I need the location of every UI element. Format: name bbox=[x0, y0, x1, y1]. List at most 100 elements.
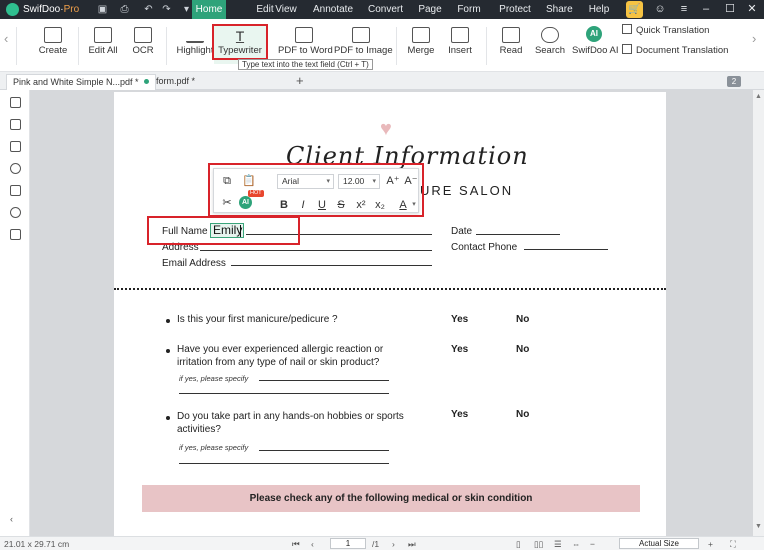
pdf-to-image-label: PDF to Image bbox=[334, 45, 393, 56]
date-line bbox=[476, 234, 560, 235]
ribbon-separator bbox=[78, 27, 79, 65]
swifdoo-ai-button[interactable]: AI SwifDoo AI bbox=[572, 19, 619, 72]
collapse-icon[interactable]: ‹ bbox=[10, 514, 21, 525]
document-translation-button[interactable]: Document Translation bbox=[622, 44, 728, 58]
attachment-icon[interactable] bbox=[10, 163, 21, 174]
undo-icon[interactable]: ↶ bbox=[142, 3, 155, 16]
insert-icon bbox=[451, 27, 469, 43]
menu-annotate[interactable]: Annotate bbox=[312, 0, 354, 19]
comment-icon[interactable] bbox=[10, 141, 21, 152]
menu-share[interactable]: Share bbox=[546, 0, 573, 19]
search-button[interactable]: Search bbox=[534, 19, 566, 72]
cart-icon[interactable]: 🛒 bbox=[626, 1, 643, 18]
yes-label: Yes bbox=[451, 344, 469, 355]
last-page-icon[interactable]: ⏭ bbox=[408, 538, 416, 550]
single-page-view-icon[interactable]: ▯ bbox=[516, 538, 521, 550]
fullscreen-icon[interactable]: ⛶ bbox=[730, 538, 736, 550]
address-line bbox=[200, 250, 432, 251]
contact-phone-line bbox=[524, 249, 608, 250]
edit-all-button[interactable]: Edit All bbox=[86, 19, 120, 72]
pdf-to-word-icon bbox=[295, 27, 313, 43]
merge-icon bbox=[412, 27, 430, 43]
double-page-view-icon[interactable]: ▯▯ bbox=[534, 538, 543, 550]
ocr-label: OCR bbox=[132, 45, 154, 56]
title-bar: SwifDoo·Pro ▣ ⎙ ↶ ↷ ▾ Home Edit View Ann… bbox=[0, 0, 764, 19]
menu-convert[interactable]: Convert bbox=[368, 0, 403, 19]
ocr-button[interactable]: OCR bbox=[128, 19, 158, 72]
bullet bbox=[166, 349, 170, 353]
ribbon-scroll-left-icon[interactable]: ‹ bbox=[4, 31, 8, 46]
question-first-manicure: Is this your first manicure/pedicure ? bbox=[177, 314, 338, 325]
maximize-icon[interactable]: ☐ bbox=[718, 0, 742, 19]
page-number-input[interactable]: 1 bbox=[330, 538, 366, 549]
merge-button[interactable]: Merge bbox=[404, 19, 438, 72]
date-label: Date bbox=[451, 226, 473, 237]
tab-label: Pink and White Simple N...pdf * bbox=[13, 77, 139, 87]
previous-page-icon[interactable]: ‹ bbox=[311, 538, 314, 550]
menu-view[interactable]: View bbox=[274, 0, 298, 19]
fit-width-icon[interactable]: ⇔ bbox=[572, 538, 581, 550]
user-icon[interactable]: ☺ bbox=[648, 0, 672, 19]
menu-protect[interactable]: Protect bbox=[498, 0, 532, 19]
vertical-scrollbar[interactable]: ▲ ▼ bbox=[753, 90, 764, 536]
swifdoo-ai-label: SwifDoo AI bbox=[572, 45, 619, 56]
ribbon-scroll-right-icon[interactable]: › bbox=[752, 31, 756, 46]
no-label: No bbox=[516, 409, 530, 420]
save-icon[interactable]: ▣ bbox=[96, 3, 109, 16]
read-button[interactable]: Read bbox=[496, 19, 526, 72]
zoom-out-icon[interactable]: − bbox=[590, 538, 595, 550]
document-tab-bar: Pink and White Simple N...pdf * form.pdf… bbox=[0, 72, 764, 90]
redo-icon[interactable]: ↷ bbox=[160, 3, 173, 16]
insert-button[interactable]: Insert bbox=[444, 19, 476, 72]
first-page-icon[interactable]: ⏮ bbox=[292, 538, 300, 550]
tab-pink-and-white[interactable]: Pink and White Simple N...pdf * bbox=[6, 74, 156, 90]
menu-page[interactable]: Page bbox=[418, 0, 442, 19]
email-line bbox=[231, 265, 432, 266]
specify-line bbox=[179, 463, 389, 464]
scroll-down-icon[interactable]: ▼ bbox=[755, 523, 762, 530]
left-sidebar: ‹ bbox=[0, 90, 30, 536]
scroll-view-icon[interactable]: ☰ bbox=[554, 538, 562, 550]
insert-label: Insert bbox=[448, 45, 472, 56]
search-label: Search bbox=[534, 45, 566, 56]
ribbon: ‹ Create Edit All OCR Highlight T̲ Typewr… bbox=[0, 19, 764, 72]
quick-translation-button[interactable]: Quick Translation bbox=[622, 24, 709, 38]
create-button[interactable]: Create bbox=[34, 19, 72, 72]
close-icon[interactable]: ✕ bbox=[740, 0, 764, 19]
thumbnails-icon[interactable] bbox=[10, 119, 21, 130]
minimize-icon[interactable]: – bbox=[694, 0, 718, 19]
edit-all-label: Edit All bbox=[88, 45, 118, 56]
menu-form[interactable]: Form bbox=[456, 0, 482, 19]
highlighter-icon bbox=[186, 27, 204, 43]
print-icon[interactable]: ⎙ bbox=[118, 3, 131, 16]
tab-form[interactable]: form.pdf * bbox=[150, 74, 201, 90]
word-icon[interactable] bbox=[10, 185, 21, 196]
bookmark-icon[interactable] bbox=[10, 97, 21, 108]
unsaved-dot-icon bbox=[143, 79, 149, 84]
email-label: Email Address bbox=[162, 258, 226, 269]
document-translation-label: Document Translation bbox=[636, 45, 729, 56]
next-page-icon[interactable]: › bbox=[392, 538, 395, 550]
menu-edit[interactable]: Edit bbox=[254, 0, 276, 19]
open-tabs-count-badge[interactable]: 2 bbox=[727, 76, 741, 87]
menu-help[interactable]: Help bbox=[588, 0, 610, 19]
scroll-up-icon[interactable]: ▲ bbox=[755, 93, 762, 100]
no-label: No bbox=[516, 344, 530, 355]
pdf-to-image-icon bbox=[352, 27, 370, 43]
heart-icon: ♥ bbox=[380, 118, 392, 140]
menu-home[interactable]: Home bbox=[192, 0, 226, 19]
yes-label: Yes bbox=[451, 409, 469, 420]
no-label: No bbox=[516, 314, 530, 325]
highlight-button[interactable]: Highlight bbox=[176, 19, 214, 72]
app-logo-icon bbox=[6, 3, 19, 16]
specify-line bbox=[179, 393, 389, 394]
ai-icon: AI bbox=[586, 26, 602, 42]
image-icon[interactable] bbox=[10, 229, 21, 240]
search-icon[interactable] bbox=[10, 207, 21, 218]
edit-icon bbox=[94, 27, 112, 43]
add-tab-icon[interactable]: + bbox=[296, 74, 304, 88]
question-allergic-reaction: Have you ever experienced allergic react… bbox=[177, 344, 384, 368]
menu-icon[interactable]: ≡ bbox=[672, 0, 696, 19]
zoom-in-icon[interactable]: + bbox=[708, 538, 713, 550]
zoom-select[interactable]: Actual Size bbox=[619, 538, 699, 549]
